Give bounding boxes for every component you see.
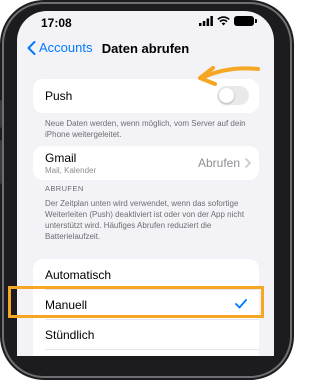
gmail-value-label: Abrufen <box>197 156 240 170</box>
option-automatisch-label: Automatisch <box>45 268 112 282</box>
page-title: Daten abrufen <box>101 41 190 56</box>
status-bar: 17:08 <box>17 11 274 33</box>
annotation-arrow <box>198 66 260 86</box>
gmail-subtitle: Mail, Kalender <box>45 166 97 175</box>
list-item[interactable]: Automatisch <box>33 259 259 289</box>
abrufen-section-header: ABRUFEN <box>45 184 84 193</box>
option-stuendlich-label: Stündlich <box>45 328 95 342</box>
abrufen-description: Der Zeitplan unten wird verwendet, wenn … <box>45 199 245 241</box>
status-icons <box>199 16 257 26</box>
cellular-signal-icon <box>199 16 213 26</box>
list-item[interactable]: Stündlich <box>33 320 259 349</box>
phone-side-button <box>0 140 2 184</box>
divider <box>45 349 259 350</box>
status-time: 17:08 <box>41 16 72 30</box>
phone-side-button <box>0 100 2 128</box>
annotation-highlight-box <box>8 286 264 318</box>
push-toggle-knob <box>219 88 234 103</box>
wifi-icon <box>217 16 230 26</box>
gmail-title: Gmail <box>45 151 77 165</box>
gmail-account-row[interactable]: Gmail Mail, Kalender Abrufen <box>33 146 259 180</box>
gmail-value: Abrufen <box>198 156 251 170</box>
push-label: Push <box>45 89 73 103</box>
push-description: Neue Daten werden, wenn möglich, vom Ser… <box>45 119 246 139</box>
chevron-right-icon <box>245 158 251 168</box>
battery-icon <box>234 16 257 26</box>
